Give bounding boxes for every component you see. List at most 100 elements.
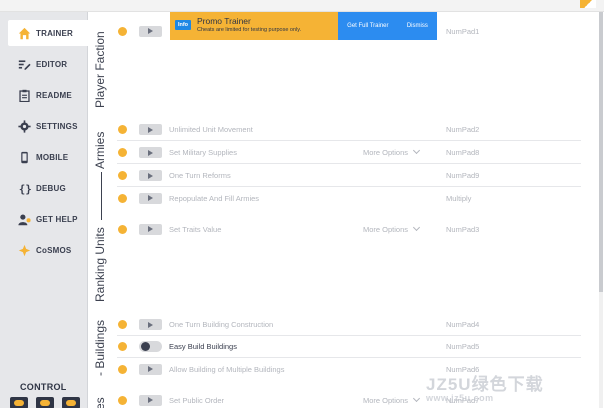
status-dot [118,148,127,157]
scrollbar[interactable] [599,12,603,408]
hotkey-label: NumPad2 [446,125,480,134]
cheat-name: Allow Building of Multiple Buildings [169,364,285,374]
cheat-row[interactable]: Set Traits Value More Options NumPad3 [117,218,581,240]
play-button[interactable] [139,319,162,330]
gamepad-icon[interactable] [62,397,80,408]
sidebar-item-label: GET HELP [36,214,78,224]
status-dot [118,320,127,329]
sidebar-item-readme[interactable]: README [8,82,88,108]
dismiss-button[interactable]: Dismiss [407,23,428,29]
hotkey-label: NumPad9 [446,171,480,180]
play-button[interactable] [139,124,162,135]
hotkey-label: NumPad8 [446,148,480,157]
svg-text:{}: {} [18,183,30,194]
sidebar-item-label: SETTINGS [36,121,78,131]
app-logo-icon [580,0,596,8]
top-bar [0,0,604,12]
cheat-name: Set Traits Value [169,224,222,234]
gamepad-icon[interactable] [36,397,54,408]
help-user-icon [16,212,32,226]
more-options-label: More Options [363,224,409,234]
sidebar-item-editor[interactable]: EDITOR [8,51,88,77]
hotkey-label: Multiply [446,193,472,203]
gamepad-icon[interactable] [10,397,28,408]
category-player-faction: Player Faction [93,31,107,108]
sidebar: TRAINER EDITOR README SETTINGS MOBILE {}… [0,12,88,408]
sidebar-item-mobile[interactable]: MOBILE [8,144,88,170]
play-button[interactable] [139,170,162,181]
clipboard-icon [16,88,32,102]
status-dot [118,26,127,36]
status-dot [118,224,127,234]
scrollbar-thumb[interactable] [599,12,603,292]
toggle-switch[interactable] [139,341,162,352]
promo-message: Info Promo Trainer Cheats are limited fo… [170,12,338,40]
sidebar-item-settings[interactable]: SETTINGS [8,113,88,139]
gear-icon [16,119,32,133]
more-options-dropdown[interactable]: More Options [363,394,421,405]
cheat-row[interactable]: Set Military Supplies More Options NumPa… [117,142,581,164]
cheat-row[interactable]: One Turn Building Construction NumPad4 [117,314,581,336]
edit-icon [16,57,32,71]
category-ranking-units: Ranking Units [93,227,107,302]
hotkey-label: NumPad3 [446,224,480,234]
cheat-row[interactable]: Easy Build Buildings NumPad5 [117,336,581,358]
promo-banner: Info Promo Trainer Cheats are limited fo… [170,12,437,40]
play-button[interactable] [139,147,162,158]
hotkey-label: NumPad1 [446,26,480,36]
sidebar-item-cosmos[interactable]: CoSMOS [8,237,88,263]
play-button[interactable] [139,363,162,375]
get-full-trainer-button[interactable]: Get Full Trainer [347,23,388,29]
sidebar-item-label: EDITOR [36,59,68,69]
chevron-down-icon [412,223,421,231]
sidebar-item-label: MOBILE [36,152,69,162]
more-options-dropdown[interactable]: More Options [363,223,421,234]
more-options-label: More Options [363,148,409,157]
sidebar-item-get-help[interactable]: GET HELP [8,206,88,232]
mobile-icon [16,150,32,164]
category-resources: es [93,397,107,408]
chevron-down-icon [412,394,421,402]
sidebar-item-label: README [36,90,72,100]
hotkey-label: NumPad5 [446,342,480,351]
chevron-down-icon [412,146,421,155]
play-button[interactable] [139,394,162,406]
cheat-name: One Turn Building Construction [169,320,274,329]
braces-icon: {} [16,181,32,195]
cheat-name: One Turn Reforms [169,171,231,180]
play-button[interactable] [139,192,162,204]
cheat-name: Set Public Order [169,395,225,405]
hotkey-label: NumPad4 [446,320,480,329]
cheat-name: Easy Build Buildings [169,342,237,351]
cheat-row[interactable]: One Turn Reforms NumPad9 [117,165,581,187]
play-button[interactable] [139,223,162,235]
status-dot [118,364,127,374]
more-options-label: More Options [363,395,409,405]
cheat-name: Unlimited Unit Movement [169,125,253,134]
more-options-dropdown[interactable]: More Options [363,146,421,157]
watermark-text: JZ5U绿色下载 [426,375,544,394]
status-dot [118,125,127,134]
status-dot [118,171,127,180]
cheat-name: Set Military Supplies [169,148,237,157]
home-icon [16,26,32,40]
control-buttons [10,397,80,408]
status-dot [118,193,127,203]
sidebar-item-debug[interactable]: {} DEBUG [8,175,88,201]
cheat-row[interactable]: Unlimited Unit Movement NumPad2 [117,119,581,141]
cheat-list: Player Faction Armies Ranking Units - Bu… [89,12,604,408]
sidebar-item-trainer[interactable]: TRAINER [8,20,88,46]
promo-title: Promo Trainer [197,16,251,26]
cheat-row[interactable]: Repopulate And Fill Armies Multiply [117,187,581,209]
status-dot [118,342,127,351]
play-button[interactable] [139,25,162,37]
cosmos-icon [16,243,32,257]
promo-actions: Get Full Trainer Dismiss [338,12,437,40]
category-buildings: - Buildings [93,319,107,376]
watermark: JZ5U绿色下载 www.jz5u.com [426,370,544,403]
promo-subtitle: Cheats are limited for testing purpose o… [197,27,302,33]
info-badge: Info [175,20,191,30]
sidebar-item-label: DEBUG [36,183,66,193]
cheat-name: Repopulate And Fill Armies [169,193,260,203]
sidebar-item-label: CoSMOS [36,245,72,255]
